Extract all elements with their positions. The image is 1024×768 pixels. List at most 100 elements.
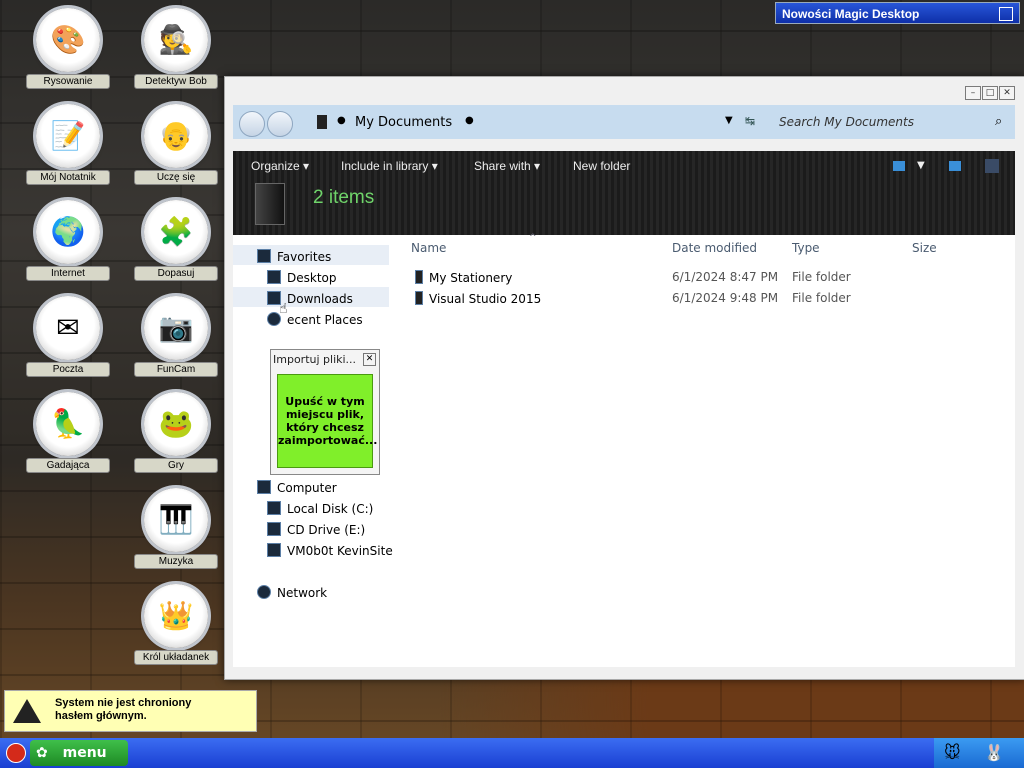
search-icon[interactable]: ⌕ — [995, 114, 1002, 129]
search-placeholder: Search My Documents — [779, 115, 914, 129]
file-date: 6/1/2024 9:48 PM — [672, 291, 779, 305]
nav-desktop[interactable]: Desktop — [267, 270, 337, 285]
desktop-icon-gadajaca[interactable]: 🦜 Gadająca — [22, 386, 114, 478]
keyboard-icon: 🎹 — [144, 488, 208, 552]
nav-network[interactable]: Network — [257, 585, 327, 600]
network-drive-icon — [267, 543, 281, 557]
desktop-icon-ucze-sie[interactable]: 👴 Uczę się — [130, 98, 222, 190]
minimize-button[interactable]: – — [965, 86, 981, 100]
detective-icon: 🕵 — [144, 8, 208, 72]
desktop-icon-funcam[interactable]: 📷 FunCam — [130, 290, 222, 382]
desktop-icon-gry[interactable]: 🐸 Gry — [130, 386, 222, 478]
share-with-menu[interactable]: Share with ▾ — [474, 159, 540, 173]
paint-palette-icon: 🎨 — [36, 8, 100, 72]
command-bar: Organize ▾ Include in library ▾ Share wi… — [233, 151, 1015, 235]
power-icon[interactable] — [6, 743, 26, 763]
search-input[interactable]: Search My Documents — [779, 111, 1015, 133]
desktop-icon-label: Mój Notatnik — [26, 170, 110, 185]
folder-icon — [415, 270, 423, 284]
breadcrumb[interactable]: My Documents — [355, 115, 452, 130]
desktop-icon-krol-ukladanek[interactable]: 👑 Król układanek — [130, 578, 222, 670]
hand-cursor-icon: ☝ — [279, 301, 288, 317]
close-button[interactable]: ✕ — [999, 86, 1015, 100]
menu-label: menu — [62, 745, 107, 761]
file-name: My Stationery — [429, 271, 513, 285]
close-icon[interactable]: ✕ — [363, 353, 376, 366]
desktop-icon-poczta[interactable]: ✉ Poczta — [22, 290, 114, 382]
mail-icon: ✉ — [36, 296, 100, 360]
nav-favorites[interactable]: Favorites — [257, 249, 331, 264]
mascot-icon[interactable]: 🐭 — [944, 743, 961, 762]
desktop-icon-label: Dopasuj — [134, 266, 218, 281]
refresh-icon[interactable]: ↹ — [745, 114, 755, 128]
character-icon[interactable]: 🐰 — [984, 743, 1004, 762]
sort-arrow-icon: ^ — [529, 233, 537, 243]
desktop-icon-label: FunCam — [134, 362, 218, 377]
nav-local-disk[interactable]: Local Disk (C:) — [267, 501, 373, 516]
new-folder-button[interactable]: New folder — [573, 159, 630, 173]
view-dropdown-icon[interactable]: ▼ — [917, 160, 925, 171]
teacher-icon: 👴 — [144, 104, 208, 168]
magic-desktop-news-banner[interactable]: Nowości Magic Desktop — [775, 2, 1020, 24]
import-drop-zone[interactable]: Upuść w tym miejscu plik, który chcesz z… — [277, 374, 377, 468]
desktop-icon — [267, 270, 281, 284]
cd-drive-icon — [267, 522, 281, 536]
item-count: 2 items — [313, 187, 375, 208]
puzzle-king-icon: 👑 — [144, 584, 208, 648]
desktop-icon-muzyka[interactable]: 🎹 Muzyka — [130, 482, 222, 574]
include-in-library-menu[interactable]: Include in library ▾ — [341, 159, 438, 173]
file-date: 6/1/2024 8:47 PM — [672, 270, 779, 284]
desktop-icon-dopasuj[interactable]: 🧩 Dopasuj — [130, 194, 222, 286]
address-dropdown-icon[interactable]: ▼ — [725, 115, 733, 126]
back-button[interactable] — [239, 111, 265, 137]
restore-icon[interactable] — [999, 7, 1013, 21]
desktop-icon-label: Gadająca — [26, 458, 110, 473]
maximize-button[interactable]: □ — [982, 86, 998, 100]
frog-icon: 🐸 — [144, 392, 208, 456]
desktop-icon-rysowanie[interactable]: 🎨 Rysowanie — [22, 2, 114, 94]
network-icon — [257, 585, 271, 599]
menu-button[interactable]: ✿ menu — [30, 740, 128, 766]
breadcrumb-separator-icon: ● — [337, 115, 346, 126]
file-name: Visual Studio 2015 — [429, 292, 542, 306]
folder-icon — [415, 291, 423, 305]
help-icon[interactable] — [985, 159, 999, 173]
file-type: File folder — [792, 270, 851, 284]
globe-icon: 🌍 — [36, 200, 100, 264]
view-options-icon[interactable] — [893, 161, 905, 171]
desktop-icon-detektyw-bob[interactable]: 🕵 Detektyw Bob — [130, 2, 222, 94]
nav-cd-drive[interactable]: CD Drive (E:) — [267, 522, 365, 537]
forward-button[interactable] — [267, 111, 293, 137]
desktop-icon-internet[interactable]: 🌍 Internet — [22, 194, 114, 286]
library-folder-icon — [255, 183, 285, 225]
breadcrumb-separator-icon: ● — [465, 115, 474, 126]
nav-vm-share[interactable]: VM0b0t KevinSite — [267, 543, 393, 558]
desktop-icon-label: Detektyw Bob — [134, 74, 218, 89]
computer-icon — [257, 480, 271, 494]
parrot-icon: 🦜 — [36, 392, 100, 456]
desktop-icon-label: Król układanek — [134, 650, 218, 665]
disk-icon — [267, 501, 281, 515]
desktop-icon-label: Muzyka — [134, 554, 218, 569]
import-files-widget[interactable]: Importuj pliki... ✕ Upuść w tym miejscu … — [270, 349, 380, 475]
webcam-icon: 📷 — [144, 296, 208, 360]
column-header-size[interactable]: Size — [912, 241, 937, 255]
warning-text: System nie jest chroniony hasłem głównym. — [55, 697, 192, 722]
desktop-icon-label: Uczę się — [134, 170, 218, 185]
address-bar: ● My Documents ● ▼ ↹ Search My Documents… — [233, 105, 1015, 139]
nav-computer[interactable]: Computer — [257, 480, 337, 495]
security-warning-balloon[interactable]: System nie jest chroniony hasłem głównym. — [4, 690, 257, 732]
preview-pane-icon[interactable] — [949, 161, 961, 171]
column-header-name[interactable]: Name — [411, 241, 446, 255]
favorites-icon — [257, 249, 271, 263]
desktop-icon-moj-notatnik[interactable]: 📝 Mój Notatnik — [22, 98, 114, 190]
folder-icon — [317, 115, 327, 129]
desktop-icon-label: Poczta — [26, 362, 110, 377]
organize-menu[interactable]: Organize ▾ — [251, 159, 309, 173]
column-header-date[interactable]: Date modified — [672, 241, 757, 255]
notebook-icon: 📝 — [36, 104, 100, 168]
desktop-icon-label: Rysowanie — [26, 74, 110, 89]
column-header-type[interactable]: Type — [792, 241, 820, 255]
banner-title: Nowości Magic Desktop — [782, 7, 920, 21]
puzzle-icon: 🧩 — [144, 200, 208, 264]
